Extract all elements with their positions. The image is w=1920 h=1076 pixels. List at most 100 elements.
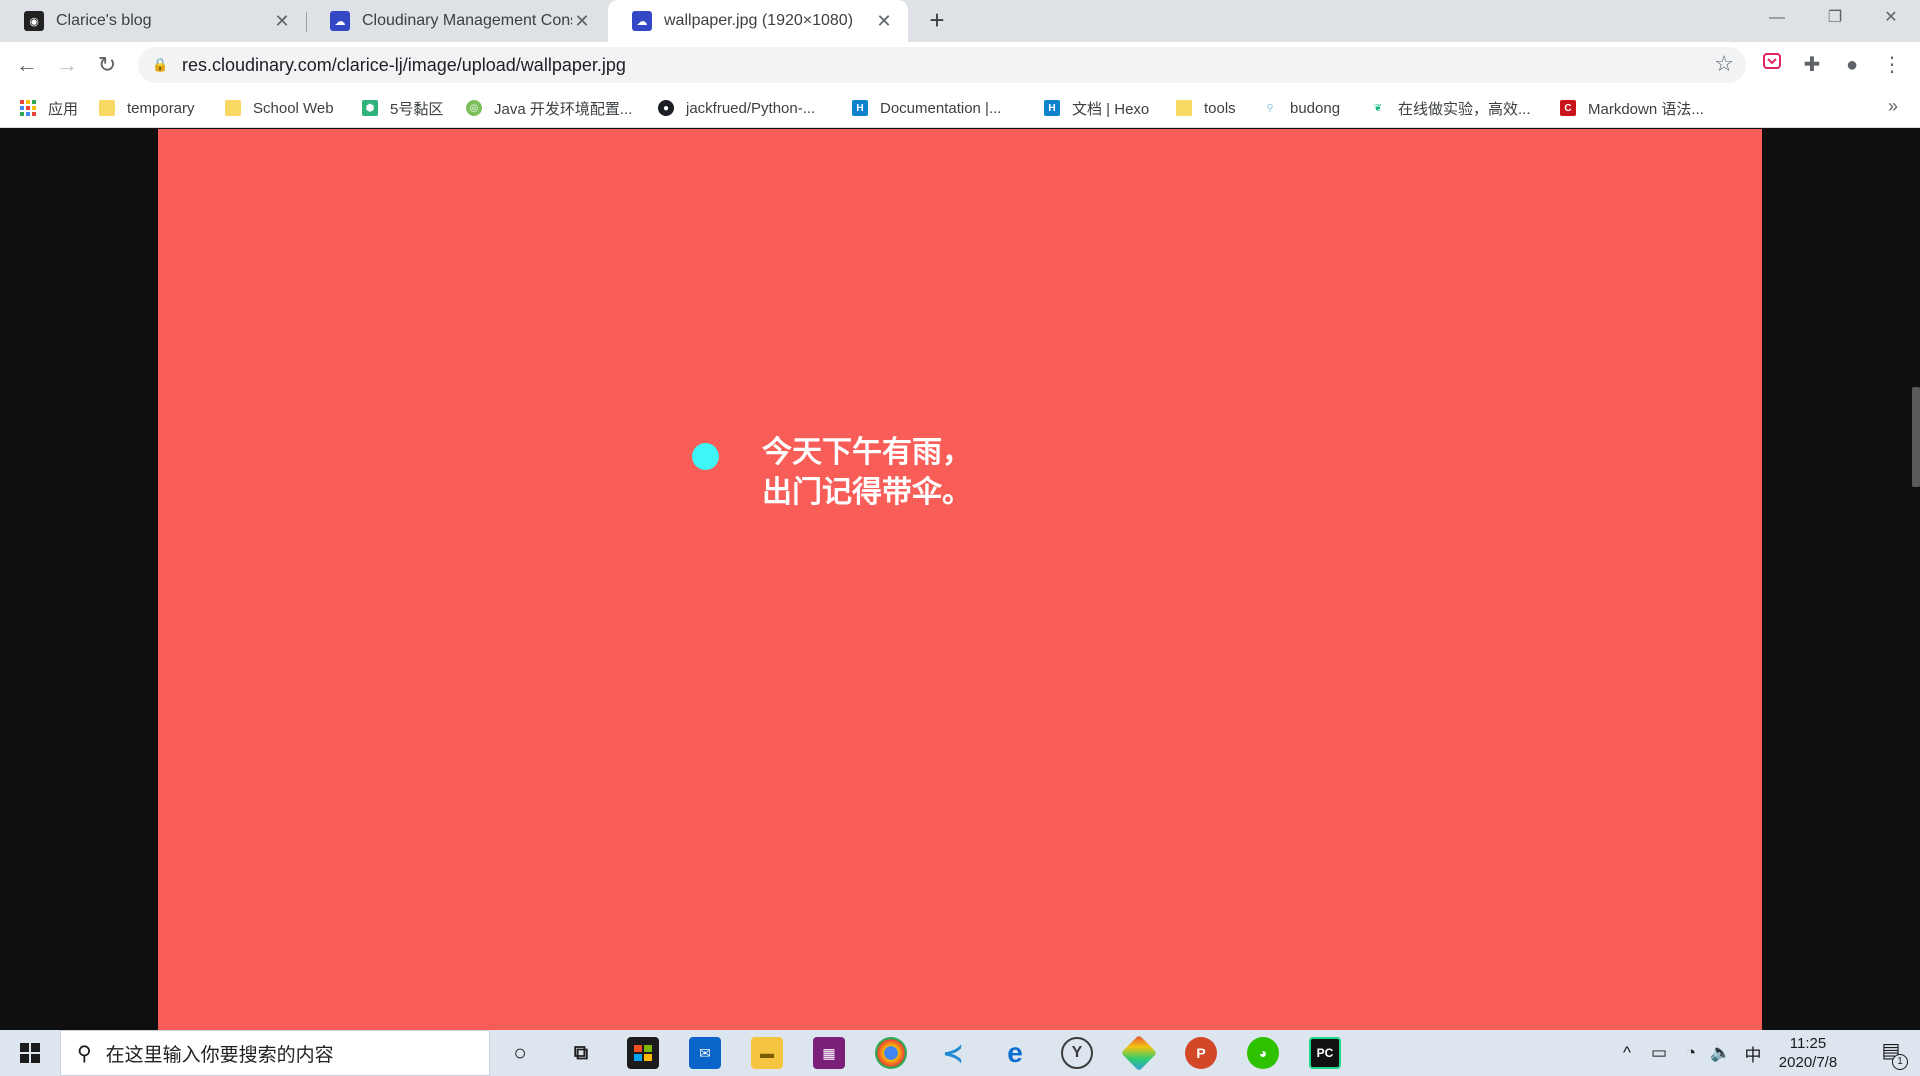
bookmark-label: Java 开发环境配置... xyxy=(494,100,633,118)
battery-icon[interactable]: ▭ xyxy=(1644,1030,1674,1076)
windows-logo-icon xyxy=(20,1043,40,1063)
bookmarks-bar: 应用 temporary School Web ⬢ 5号黏区 ◎ Java 开发… xyxy=(0,88,1920,128)
folder-icon xyxy=(1176,100,1192,116)
menu-kebab-icon[interactable]: ⋮ xyxy=(1878,51,1906,79)
bookmark-label: 在线做实验，高效... xyxy=(1398,100,1531,118)
folder-icon xyxy=(99,100,115,116)
hexo-icon: H xyxy=(1044,100,1060,116)
new-tab-button[interactable]: + xyxy=(922,6,952,36)
ime-indicator[interactable]: 中 xyxy=(1736,1030,1770,1076)
tab-cloudinary-console[interactable]: ☁ Cloudinary Management Cons ✕ xyxy=(306,0,606,42)
bookmark-tools[interactable]: tools xyxy=(1176,88,1236,128)
quote-line-1: 今天下午有雨， xyxy=(762,435,972,470)
close-icon[interactable]: ✕ xyxy=(572,11,592,32)
bookmark-5hao[interactable]: ⬢ 5号黏区 xyxy=(362,88,443,128)
quote-line-2: 出门记得带伞。 xyxy=(762,475,972,510)
profile-icon[interactable]: ● xyxy=(1838,51,1866,79)
bookmark-apps[interactable]: 应用 xyxy=(20,88,78,128)
mail-icon[interactable]: ✉ xyxy=(689,1037,721,1069)
tab-strip: ◉ Clarice's blog ✕ ☁ Cloudinary Manageme… xyxy=(0,0,1920,42)
bookmark-java-env[interactable]: ◎ Java 开发环境配置... xyxy=(466,88,632,128)
pycharm-icon[interactable]: PC xyxy=(1309,1037,1341,1069)
github-icon: ● xyxy=(658,100,674,116)
tab-title: Clarice's blog xyxy=(56,12,152,29)
bookmark-hexo-docs[interactable]: H 文档 | Hexo xyxy=(1044,88,1149,128)
notification-badge: 1 xyxy=(1892,1054,1908,1070)
bookmark-temporary[interactable]: temporary xyxy=(99,88,195,128)
bookmark-label: 5号黏区 xyxy=(390,100,444,118)
site-icon: ⚲ xyxy=(1266,102,1274,114)
browser-toolbar: ← → ↻ 🔒 res.cloudinary.com/clarice-lj/im… xyxy=(0,42,1920,88)
hexo-icon: H xyxy=(852,100,868,116)
volume-icon[interactable]: 🔈 xyxy=(1706,1030,1736,1076)
cortana-icon[interactable]: ○ xyxy=(504,1037,536,1069)
bookmark-label: 文档 | Hexo xyxy=(1072,100,1150,118)
address-bar[interactable]: 🔒 res.cloudinary.com/clarice-lj/image/up… xyxy=(138,47,1746,83)
extensions-puzzle-icon[interactable]: ✚ xyxy=(1798,51,1826,79)
search-icon: ⚲ xyxy=(77,1042,92,1065)
restore-icon[interactable]: ❐ xyxy=(1806,0,1864,36)
bookmark-budong[interactable]: ⚲ budong xyxy=(1262,88,1340,128)
close-icon[interactable]: ✕ xyxy=(874,11,894,32)
edge-icon[interactable]: e xyxy=(999,1037,1031,1069)
winrar-icon[interactable]: ▦ xyxy=(813,1037,845,1069)
wechat-icon[interactable]: ◕ xyxy=(1247,1037,1279,1069)
window-close-icon[interactable]: ✕ xyxy=(1862,0,1920,36)
more-bookmarks-chevron-icon[interactable]: » xyxy=(1888,96,1898,117)
apps-grid-icon xyxy=(20,100,36,116)
taskbar-search-box[interactable]: ⚲ 在这里输入你要搜索的内容 xyxy=(60,1030,490,1076)
minimize-icon[interactable]: — xyxy=(1748,0,1806,36)
bookmark-github-python[interactable]: ● jackfrued/Python-... xyxy=(658,88,815,128)
show-hidden-icons-chevron-icon[interactable]: ^ xyxy=(1614,1030,1640,1076)
chrome-icon[interactable] xyxy=(875,1037,907,1069)
system-clock[interactable]: 11:25 2020/7/8 xyxy=(1768,1034,1848,1072)
bookmark-star-icon[interactable]: ☆ xyxy=(1714,51,1734,77)
csdn-icon: C xyxy=(1560,100,1576,116)
search-placeholder[interactable]: 在这里输入你要搜索的内容 xyxy=(106,1040,334,1067)
clock-date: 2020/7/8 xyxy=(1778,1054,1838,1071)
bookmark-label: 应用 xyxy=(48,100,79,118)
page-viewport: 今天下午有雨， 出门记得带伞。 xyxy=(0,129,1920,1030)
cloudinary-icon: ☁ xyxy=(330,11,350,31)
file-explorer-icon[interactable]: ▬ xyxy=(751,1037,783,1069)
windows-taskbar: ⚲ 在这里输入你要搜索的内容 ○ ⧉ ✉ ▬ ▦ ≺ e Y P ◕ PC ^ … xyxy=(0,1030,1920,1076)
git-icon[interactable] xyxy=(1120,1034,1158,1072)
lock-icon[interactable]: 🔒 xyxy=(152,57,168,73)
scrollbar-thumb[interactable] xyxy=(1912,387,1920,487)
powerpoint-icon[interactable]: P xyxy=(1185,1037,1217,1069)
bookmark-markdown[interactable]: C Markdown 语法... xyxy=(1560,88,1704,128)
reload-icon[interactable]: ↻ xyxy=(92,50,122,80)
forward-arrow-icon[interactable]: → xyxy=(52,50,82,80)
site-icon: ◎ xyxy=(466,100,482,116)
url-text[interactable]: res.cloudinary.com/clarice-lj/image/uplo… xyxy=(182,55,626,76)
hexagon-icon: ⬢ xyxy=(362,100,378,116)
start-button[interactable] xyxy=(0,1030,60,1076)
tab-title: Cloudinary Management Cons xyxy=(362,12,572,29)
avatar-icon: ◉ xyxy=(24,11,44,31)
store-icon[interactable] xyxy=(627,1037,659,1069)
tab-clarices-blog[interactable]: ◉ Clarice's blog ✕ xyxy=(0,0,306,42)
bookmark-label: tools xyxy=(1204,99,1236,117)
cloudinary-icon: ☁ xyxy=(632,11,652,31)
bookmark-online-lab[interactable]: ❦ 在线做实验，高效... xyxy=(1370,88,1531,128)
bookmark-documentation[interactable]: H Documentation |... xyxy=(852,88,1001,128)
wifi-icon[interactable]: ◔ xyxy=(1676,1030,1706,1076)
wallpaper-image: 今天下午有雨， 出门记得带伞。 xyxy=(158,129,1762,1030)
bookmark-label: Documentation |... xyxy=(880,99,1002,117)
tab-wallpaper[interactable]: ☁ wallpaper.jpg (1920×1080) ✕ xyxy=(608,0,908,42)
bookmark-school-web[interactable]: School Web xyxy=(225,88,334,128)
clock-time: 11:25 xyxy=(1789,1035,1827,1052)
wallpaper-quote: 今天下午有雨， 出门记得带伞。 xyxy=(762,433,972,513)
close-icon[interactable]: ✕ xyxy=(272,11,292,32)
pocket-extension-icon[interactable] xyxy=(1758,51,1786,79)
bookmark-label: temporary xyxy=(127,99,195,117)
bookmark-label: School Web xyxy=(253,99,334,117)
vscode-icon[interactable]: ≺ xyxy=(937,1037,969,1069)
back-arrow-icon[interactable]: ← xyxy=(12,50,42,80)
task-view-icon[interactable]: ⧉ xyxy=(565,1037,597,1069)
action-center-icon[interactable]: ▤ 1 xyxy=(1876,1038,1908,1070)
clock-app-icon[interactable]: Y xyxy=(1061,1037,1093,1069)
leaf-icon: ❦ xyxy=(1373,102,1383,114)
bookmark-label: jackfrued/Python-... xyxy=(686,99,816,117)
tab-title: wallpaper.jpg (1920×1080) xyxy=(664,12,854,29)
